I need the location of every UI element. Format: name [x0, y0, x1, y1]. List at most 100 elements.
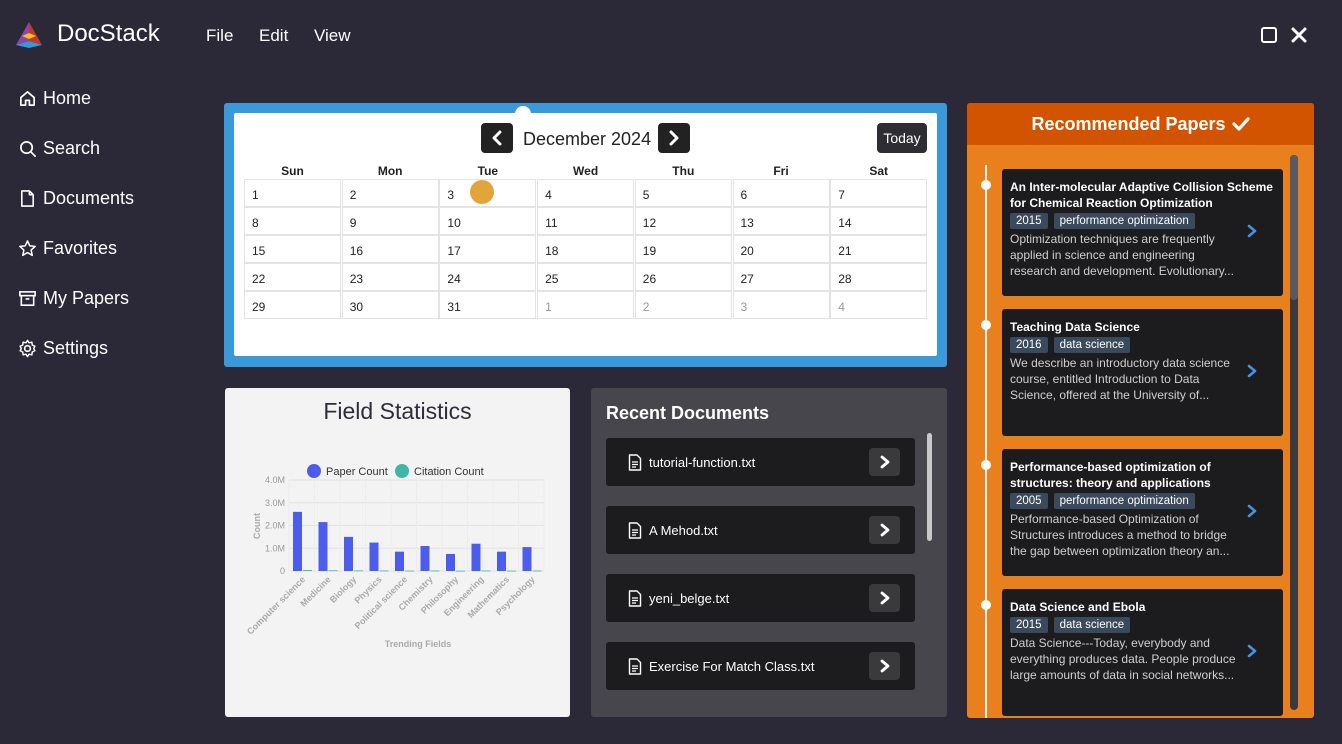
calendar-day-number: 4 — [838, 300, 845, 314]
weekday-header: Thu — [672, 164, 695, 178]
field-statistics-panel: Field Statistics 0 1.0M 2.0M 3.0M 4.0M Comput… — [225, 388, 570, 717]
sidebar-item-label: Documents — [43, 187, 135, 208]
calendar-day-cell[interactable]: 25 — [537, 263, 635, 291]
maximize-icon[interactable] — [1260, 26, 1278, 44]
paper-card[interactable]: An Inter-molecular Adaptive Collision Sc… — [1002, 169, 1283, 296]
sidebar-item-documents[interactable]: Documents — [18, 185, 134, 211]
bar-citation-count — [481, 570, 491, 572]
menu-view[interactable]: View — [314, 26, 351, 46]
open-document-button[interactable] — [869, 448, 900, 476]
docstack-logo — [16, 22, 42, 48]
calendar-day-cell[interactable]: 26 — [634, 263, 732, 291]
recent-document-item[interactable]: tutorial-function.txt — [606, 438, 915, 486]
calendar-day-number: 29 — [252, 300, 266, 314]
calendar-day-cell[interactable]: 6 — [732, 179, 830, 207]
calendar-day-cell[interactable]: 21 — [830, 235, 928, 263]
bar-paper-count — [446, 553, 455, 571]
recent-document-name: Exercise For Match Class.txt — [649, 658, 815, 674]
calendar-day-cell[interactable]: 15 — [244, 235, 341, 263]
app-title: DocStack — [57, 20, 160, 47]
sidebar-item-label: My Papers — [43, 287, 130, 308]
paper-card[interactable]: Data Science and Ebola 2015 data science Da… — [1002, 589, 1283, 716]
calendar-day-cell[interactable]: 28 — [830, 263, 928, 291]
sidebar-item-settings[interactable]: Settings — [18, 335, 108, 361]
paper-topic-badge: data science — [1053, 337, 1131, 353]
calendar-day-cell[interactable]: 17 — [439, 235, 537, 263]
sidebar-item-label: Search — [43, 137, 101, 158]
calendar-day-cell[interactable]: 5 — [634, 179, 732, 207]
bar-citation-count — [430, 570, 440, 572]
chevron-right-icon[interactable] — [1247, 644, 1257, 658]
calendar-day-number: 9 — [349, 216, 357, 230]
calendar-day-cell[interactable]: 8 — [244, 207, 341, 235]
calendar-day-cell[interactable]: 4 — [537, 179, 635, 207]
calendar-day-cell[interactable]: 12 — [634, 207, 732, 235]
calendar-day-cell[interactable]: 10 — [439, 207, 537, 235]
prev-month-button[interactable] — [481, 123, 513, 153]
calendar-day-cell[interactable]: 13 — [732, 207, 830, 235]
paper-card[interactable]: Performance-based optimization of struct… — [1002, 449, 1283, 576]
menu-edit[interactable]: Edit — [259, 26, 288, 46]
menu-file[interactable]: File — [206, 26, 233, 46]
calendar-day-cell[interactable]: 20 — [732, 235, 830, 263]
calendar-day-cell[interactable]: 14 — [830, 207, 928, 235]
recommended-scrollbar-thumb[interactable] — [1290, 155, 1298, 300]
open-document-button[interactable] — [869, 584, 900, 612]
recent-document-item[interactable]: A Mehod.txt — [606, 506, 915, 554]
calendar-day-number: 15 — [252, 244, 266, 258]
bar-citation-count — [354, 570, 363, 572]
calendar-day-number: 23 — [349, 272, 364, 286]
sidebar-item-my-papers[interactable]: My Papers — [18, 285, 129, 311]
chart-x-tick-label: Computer science — [245, 574, 307, 636]
recent-document-item[interactable]: yeni_belge.txt — [606, 574, 915, 622]
calendar-day-cell[interactable]: 7 — [830, 179, 928, 207]
calendar-day-cell[interactable]: 11 — [537, 207, 635, 235]
calendar-day-cell[interactable]: 9 — [341, 207, 439, 235]
calendar-day-cell[interactable]: 30 — [341, 291, 439, 319]
chevron-right-icon — [880, 523, 889, 537]
calendar-day-cell[interactable]: 4 — [830, 291, 928, 319]
calendar-day-cell[interactable]: 18 — [537, 235, 635, 263]
chart-y-tick-label: 0 — [280, 566, 285, 576]
chart-x-axis-label: Trending Fields — [385, 639, 452, 649]
calendar-day-cell[interactable]: 24 — [439, 263, 537, 291]
calendar-day-cell[interactable]: 3 — [732, 291, 830, 319]
chevron-right-icon[interactable] — [1247, 364, 1257, 378]
calendar-day-cell[interactable]: 1 — [537, 291, 635, 319]
calendar-day-cell[interactable]: 2 — [341, 179, 439, 207]
legend-swatch-citation-count — [395, 464, 409, 478]
calendar-day-cell[interactable]: 1 — [244, 179, 341, 207]
bar-paper-count — [395, 551, 404, 571]
paper-topic-badge: data science — [1053, 617, 1131, 633]
paper-card[interactable]: Teaching Data Science 2016 data science We … — [1002, 309, 1283, 436]
bar-paper-count — [420, 545, 430, 571]
today-button[interactable]: Today — [877, 123, 927, 153]
sidebar-item-home[interactable]: Home — [18, 85, 91, 111]
open-document-button[interactable] — [869, 516, 900, 544]
legend-swatch-paper-count — [307, 464, 321, 478]
calendar-day-cell[interactable]: 19 — [634, 235, 732, 263]
open-document-button[interactable] — [869, 652, 900, 680]
calendar-day-cell[interactable]: 23 — [341, 263, 439, 291]
calendar-day-number: 16 — [349, 244, 364, 258]
calendar-day-cell[interactable]: 31 — [439, 291, 537, 319]
calendar-day-cell[interactable]: 16 — [341, 235, 439, 263]
calendar-day-number: 5 — [642, 188, 650, 202]
calendar-day-cell[interactable]: 27 — [732, 263, 830, 291]
sidebar-item-favorites[interactable]: Favorites — [18, 235, 117, 261]
document-icon — [20, 189, 35, 207]
chevron-right-icon[interactable] — [1247, 504, 1257, 518]
sidebar-item-search[interactable]: Search — [18, 135, 100, 161]
calendar-day-cell[interactable]: 29 — [244, 291, 341, 319]
calendar-day-cell[interactable]: 22 — [244, 263, 341, 291]
chevron-right-icon[interactable] — [1247, 224, 1257, 238]
calendar-day-cell[interactable]: 2 — [634, 291, 732, 319]
paper-abstract: Performance-based Optimization of Struct… — [1010, 512, 1230, 558]
close-icon[interactable] — [1290, 26, 1308, 44]
calendar-day-number: 24 — [447, 272, 461, 286]
recent-documents-scrollbar[interactable] — [927, 433, 932, 541]
bar-citation-count — [456, 570, 465, 572]
next-month-button[interactable] — [658, 123, 690, 153]
recommended-papers-title: Recommended Papers — [1031, 113, 1226, 134]
recent-document-item[interactable]: Exercise For Match Class.txt — [606, 642, 915, 690]
